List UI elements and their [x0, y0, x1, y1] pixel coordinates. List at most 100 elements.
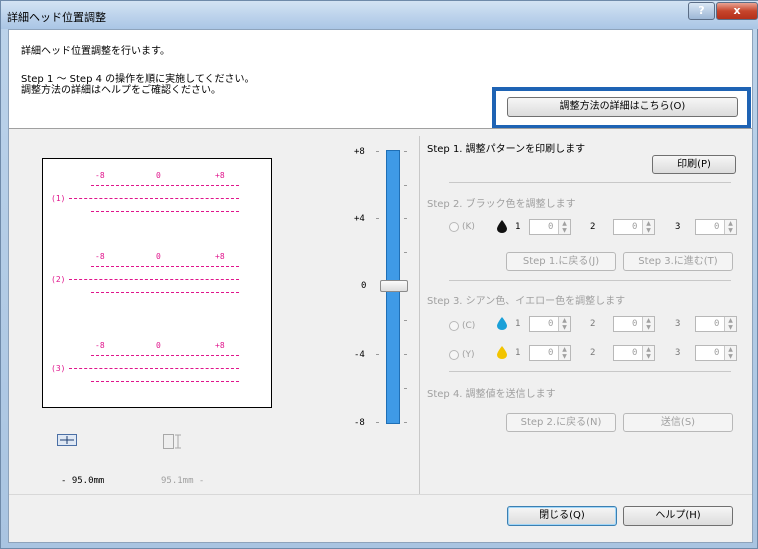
row1-minus-label: -8: [95, 171, 105, 180]
k-field2-spinner[interactable]: 0 ▲ ▼: [613, 219, 655, 235]
c-field2-value: 0: [632, 319, 638, 329]
k-field1-spinner[interactable]: 0 ▲ ▼: [529, 219, 571, 235]
step4-back-button[interactable]: Step 2.に戻る(N): [506, 413, 616, 432]
slider-tick: [404, 354, 407, 355]
y-field2-index: 2: [590, 348, 596, 358]
instructions-text: Step 1 ～ Step 4 の操作を順に実施してください。 調整方法の詳細は…: [21, 74, 255, 96]
spin-up-icon[interactable]: ▲ ▼: [724, 317, 736, 331]
c-field3-index: 3: [675, 319, 681, 329]
spin-up-icon[interactable]: ▲ ▼: [642, 220, 654, 234]
adjustment-slider-thumb[interactable]: [380, 280, 408, 292]
k-field2-value: 0: [632, 222, 638, 232]
row3-index: (3): [51, 364, 66, 373]
vertical-measure-value: 95.1mm -: [161, 476, 205, 486]
step-divider: [449, 280, 731, 281]
step3-title: Step 3. シアン色、イエロー色を調整します: [427, 296, 626, 307]
step1-title: Step 1. 調整パターンを印刷します: [427, 144, 586, 155]
send-button[interactable]: 送信(S): [623, 413, 733, 432]
cyan-radio[interactable]: [449, 321, 459, 331]
pattern-preview: -8 0 +8 (1) -8 0 +8 (2) -8 0 +8 (3): [42, 158, 272, 408]
slider-label-plus4: +4: [354, 214, 365, 224]
yellow-ink-drop-icon: [497, 346, 507, 359]
pattern-line: [69, 279, 239, 280]
spin-up-icon[interactable]: ▲ ▼: [558, 220, 570, 234]
slider-tick: [404, 218, 407, 219]
slider-tick: [404, 388, 407, 389]
row1-plus-label: +8: [215, 171, 225, 180]
horizontal-measure-value: - 95.0mm: [61, 476, 105, 486]
divider: [9, 128, 752, 129]
pattern-line: [69, 198, 239, 199]
k-field1-value: 0: [548, 222, 554, 232]
black-radio[interactable]: [449, 222, 459, 232]
close-icon[interactable]: x: [716, 2, 758, 20]
spin-up-icon[interactable]: ▲ ▼: [558, 317, 570, 331]
pattern-line: [91, 292, 239, 293]
pattern-line: [91, 185, 239, 186]
y-field1-value: 0: [548, 348, 554, 358]
pattern-line: [91, 211, 239, 212]
slider-tick: [376, 151, 379, 152]
c-field2-index: 2: [590, 319, 596, 329]
c-field3-value: 0: [714, 319, 720, 329]
black-radio-label: (K): [462, 222, 475, 232]
spin-up-icon[interactable]: ▲ ▼: [724, 346, 736, 360]
k-field3-value: 0: [714, 222, 720, 232]
help-icon[interactable]: ?: [688, 2, 715, 20]
row3-plus-label: +8: [215, 341, 225, 350]
c-field2-spinner[interactable]: 0 ▲ ▼: [613, 316, 655, 332]
row1-index: (1): [51, 194, 66, 203]
c-field3-spinner[interactable]: 0 ▲ ▼: [695, 316, 737, 332]
spin-up-icon[interactable]: ▲ ▼: [724, 220, 736, 234]
step2-title: Step 2. ブラック色を調整します: [427, 199, 576, 210]
details-highlight: 調整方法の詳細はこちら(O): [492, 87, 751, 129]
step4-title: Step 4. 調整値を送信します: [427, 389, 556, 400]
row3-zero-label: 0: [156, 341, 161, 350]
c-field1-index: 1: [515, 319, 521, 329]
slider-tick: [404, 151, 407, 152]
window-title: 詳細ヘッド位置調整: [7, 11, 106, 24]
help-button[interactable]: ヘルプ(H): [623, 506, 733, 526]
slider-tick: [404, 252, 407, 253]
row3-minus-label: -8: [95, 341, 105, 350]
k-field3-spinner[interactable]: 0 ▲ ▼: [695, 219, 737, 235]
spin-up-icon[interactable]: ▲ ▼: [558, 346, 570, 360]
dialog-body: 詳細ヘッド位置調整を行います。 Step 1 ～ Step 4 の操作を順に実施…: [8, 29, 753, 543]
step-divider: [449, 371, 731, 372]
row2-zero-label: 0: [156, 252, 161, 261]
slider-tick: [404, 185, 407, 186]
cyan-ink-drop-icon: [497, 317, 507, 330]
slider-tick: [376, 422, 379, 423]
black-ink-drop-icon: [497, 220, 507, 233]
close-button[interactable]: 閉じる(Q): [507, 506, 617, 526]
y-field1-index: 1: [515, 348, 521, 358]
c-field1-spinner[interactable]: 0 ▲ ▼: [529, 316, 571, 332]
footer-divider: [9, 494, 752, 495]
pattern-line: [91, 266, 239, 267]
yellow-radio-label: (Y): [462, 350, 475, 360]
y-field3-index: 3: [675, 348, 681, 358]
y-field2-spinner[interactable]: 0 ▲ ▼: [613, 345, 655, 361]
horizontal-measure-icon[interactable]: [57, 434, 77, 446]
row2-plus-label: +8: [215, 252, 225, 261]
y-field2-value: 0: [632, 348, 638, 358]
details-button[interactable]: 調整方法の詳細はこちら(O): [507, 97, 738, 117]
spin-up-icon[interactable]: ▲ ▼: [642, 317, 654, 331]
slider-tick: [376, 218, 379, 219]
y-field3-spinner[interactable]: 0 ▲ ▼: [695, 345, 737, 361]
k-field1-index: 1: [515, 222, 521, 232]
step2-back-button[interactable]: Step 1.に戻る(J): [506, 252, 616, 271]
step-divider: [449, 182, 731, 183]
yellow-radio[interactable]: [449, 350, 459, 360]
spin-up-icon[interactable]: ▲ ▼: [642, 346, 654, 360]
step2-next-button[interactable]: Step 3.に進む(T): [623, 252, 733, 271]
slider-label-plus8: +8: [354, 147, 365, 157]
dialog-window: 詳細ヘッド位置調整 ? x 詳細ヘッド位置調整を行います。 Step 1 ～ S…: [0, 0, 758, 549]
print-button[interactable]: 印刷(P): [652, 155, 736, 174]
k-field2-index: 2: [590, 222, 596, 232]
y-field1-spinner[interactable]: 0 ▲ ▼: [529, 345, 571, 361]
intro-text: 詳細ヘッド位置調整を行います。: [21, 46, 170, 57]
y-field3-value: 0: [714, 348, 720, 358]
vertical-measure-icon[interactable]: [163, 434, 183, 449]
c-field1-value: 0: [548, 319, 554, 329]
